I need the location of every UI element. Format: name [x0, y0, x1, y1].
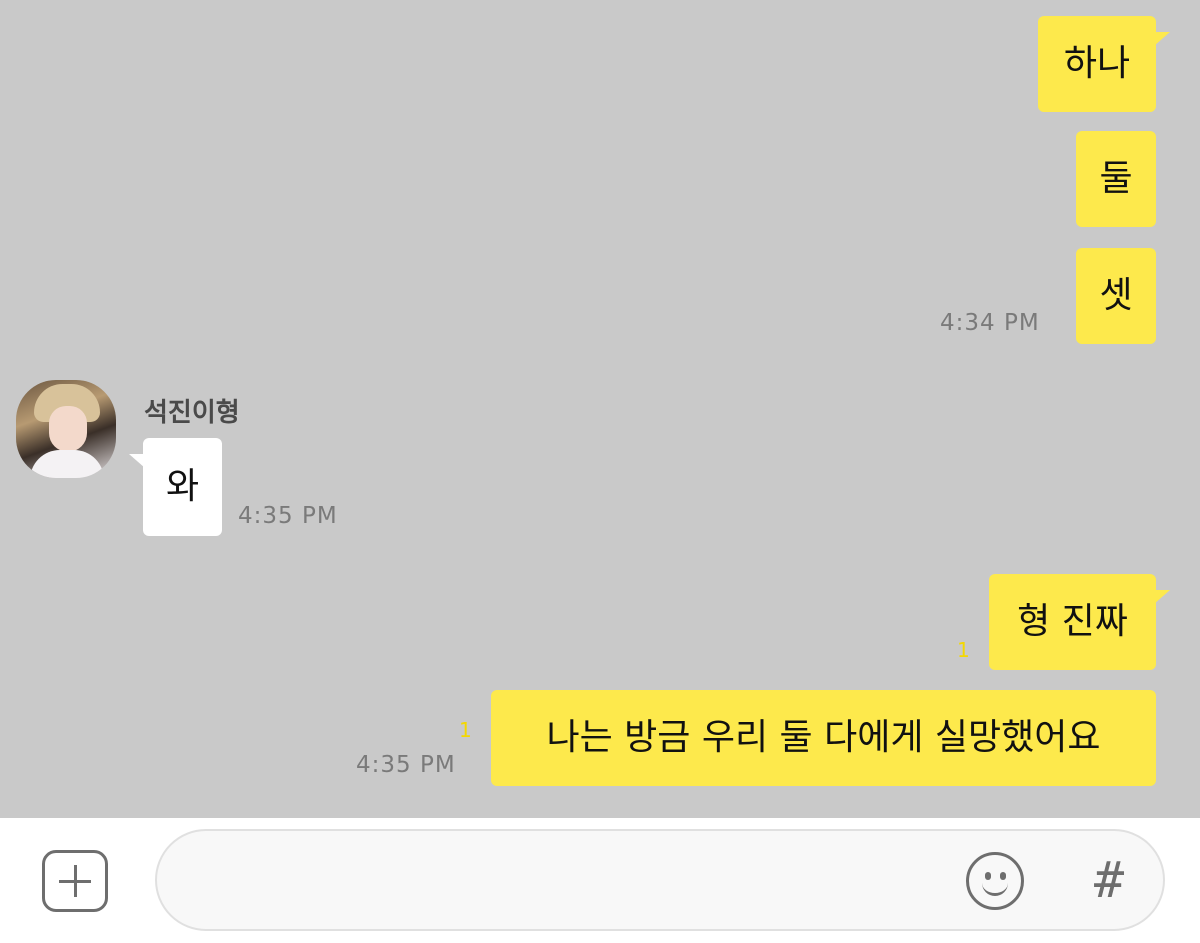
message-text: 와: [165, 466, 200, 507]
plus-square-icon[interactable]: [42, 850, 108, 912]
message-timestamp: 4:35 PM: [356, 752, 456, 778]
message-bubble-sent[interactable]: 하나: [1038, 16, 1170, 112]
message-timestamp: 4:34 PM: [940, 310, 1040, 336]
unread-count: 1: [459, 718, 472, 742]
avatar-face: [49, 406, 87, 452]
message-bubble-sent[interactable]: 나는 방금 우리 둘 다에게 실망했어요: [491, 690, 1156, 786]
message-text: 셋: [1099, 275, 1133, 316]
message-text: 나는 방금 우리 둘 다에게 실망했어요: [546, 717, 1101, 758]
message-text: 형 진짜: [1017, 601, 1128, 642]
chat-area[interactable]: 하나 둘 셋 4:34 PM 석진이형 와 4:35 PM 형 진짜 1 나는 …: [0, 0, 1200, 818]
message-bubble-sent[interactable]: 셋: [1076, 248, 1156, 344]
message-bubble-received[interactable]: 와: [129, 438, 222, 536]
unread-count: 1: [957, 638, 970, 662]
message-bubble-sent[interactable]: 둘: [1076, 131, 1156, 227]
message-timestamp: 4:35 PM: [238, 503, 338, 529]
sender-name: 석진이형: [144, 398, 240, 428]
message-text: 둘: [1099, 158, 1133, 199]
message-bubble-sent[interactable]: 형 진짜: [989, 574, 1170, 670]
smiley-icon[interactable]: [966, 852, 1024, 910]
smiley-mouth: [982, 877, 1008, 896]
avatar-shirt: [30, 450, 104, 478]
avatar[interactable]: [16, 380, 116, 478]
hash-icon[interactable]: #: [1085, 848, 1133, 912]
message-text: 하나: [1063, 43, 1131, 84]
